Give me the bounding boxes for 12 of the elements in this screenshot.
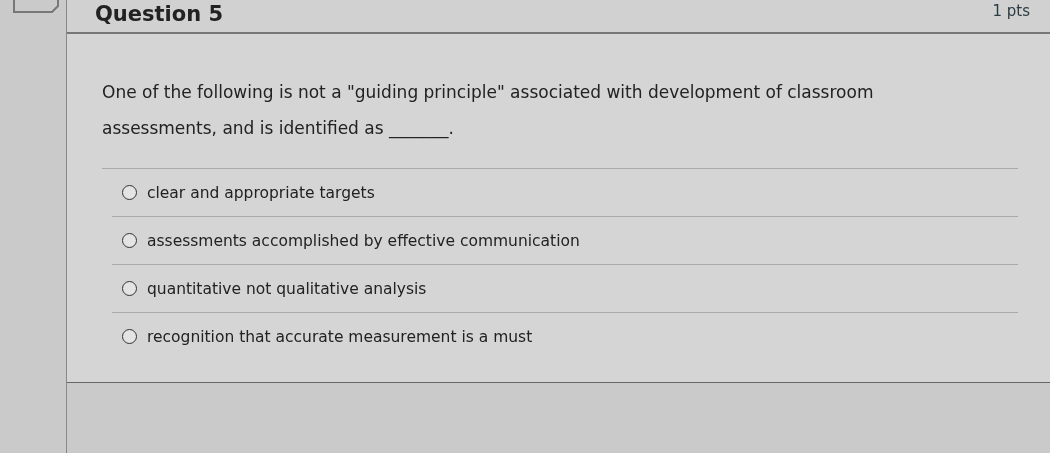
answer-option[interactable]: assessments accomplished by effective communication	[112, 217, 1018, 265]
radio-button[interactable]	[122, 329, 137, 344]
radio-button[interactable]	[122, 185, 137, 200]
points-label: 1 pts	[992, 2, 1030, 20]
radio-button[interactable]	[122, 281, 137, 296]
question-prompt: One of the following is not a "guiding principle" associated with development of classroom assessments, and is identified as _______.	[102, 81, 875, 141]
question-title: Question 5	[95, 2, 224, 26]
answer-option[interactable]: recognition that accurate measurement is a must	[112, 313, 1018, 360]
answer-option[interactable]: quantitative not qualitative analysis	[112, 265, 1018, 313]
radio-button[interactable]	[122, 233, 137, 248]
answer-option[interactable]: clear and appropriate targets	[112, 169, 1018, 217]
flag-icon[interactable]	[12, 0, 62, 14]
